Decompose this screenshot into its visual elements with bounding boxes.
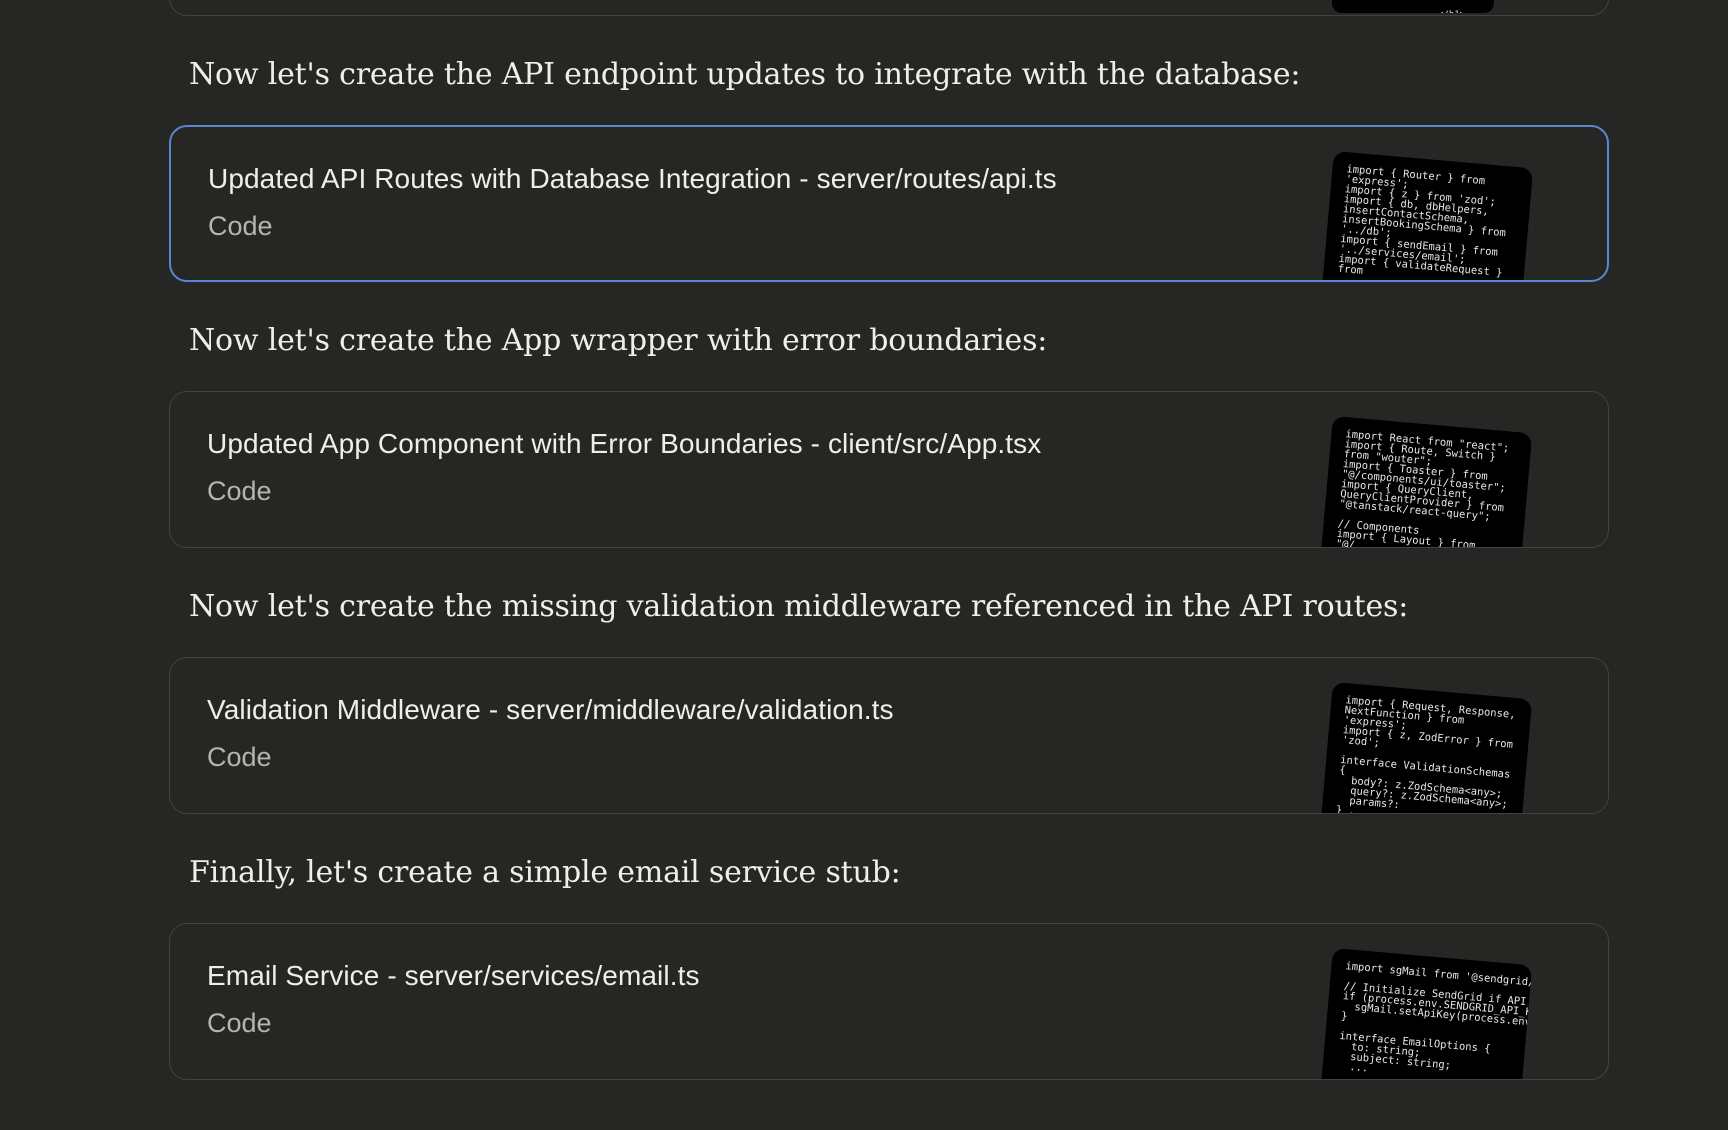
artifact-type-label: Code bbox=[208, 211, 273, 241]
previous-artifact-thumbnail-code: </h1> </div> bbox=[1424, 0, 1477, 14]
assistant-message-text: Now let's create the missing validation … bbox=[189, 589, 1409, 624]
thumbnail-code-text: import { Router } from 'express'; import… bbox=[1337, 163, 1507, 280]
thumbnail-code-text: import { Request, Response, NextFunction… bbox=[1335, 694, 1517, 814]
artifact-code-thumbnail: import sgMail from '@sendgrid/mail'; // … bbox=[1319, 948, 1533, 1079]
artifact-type-label: Code bbox=[207, 476, 272, 506]
thumbnail-code-text: import React from "react"; import { Rout… bbox=[1335, 428, 1510, 548]
artifact-card-validation-middleware[interactable]: Validation Middleware - server/middlewar… bbox=[169, 657, 1609, 814]
previous-artifact-card[interactable]: </h1> </div> bbox=[169, 0, 1609, 16]
artifact-title: Updated App Component with Error Boundar… bbox=[207, 428, 1042, 459]
artifact-card-app-component[interactable]: Updated App Component with Error Boundar… bbox=[169, 391, 1609, 548]
artifact-card-api-routes[interactable]: Updated API Routes with Database Integra… bbox=[169, 125, 1609, 282]
artifact-type-label: Code bbox=[207, 1008, 272, 1038]
previous-artifact-thumbnail: </h1> </div> bbox=[1332, 0, 1494, 13]
artifact-card-email-service[interactable]: Email Service - server/services/email.ts… bbox=[169, 923, 1609, 1080]
thumbnail-code-text: import sgMail from '@sendgrid/mail'; // … bbox=[1338, 960, 1533, 1075]
artifact-type-label: Code bbox=[207, 742, 272, 772]
artifact-title: Updated API Routes with Database Integra… bbox=[208, 163, 1057, 194]
artifact-code-thumbnail: import { Request, Response, NextFunction… bbox=[1319, 682, 1533, 814]
assistant-message-text: Now let's create the App wrapper with er… bbox=[189, 323, 1048, 358]
artifact-title: Validation Middleware - server/middlewar… bbox=[207, 694, 894, 725]
artifact-code-thumbnail: import React from "react"; import { Rout… bbox=[1319, 416, 1533, 548]
assistant-message-text: Finally, let's create a simple email ser… bbox=[189, 855, 901, 890]
artifact-title: Email Service - server/services/email.ts bbox=[207, 960, 700, 991]
artifact-code-thumbnail: import { Router } from 'express'; import… bbox=[1320, 151, 1534, 280]
assistant-message-text: Now let's create the API endpoint update… bbox=[189, 57, 1301, 92]
